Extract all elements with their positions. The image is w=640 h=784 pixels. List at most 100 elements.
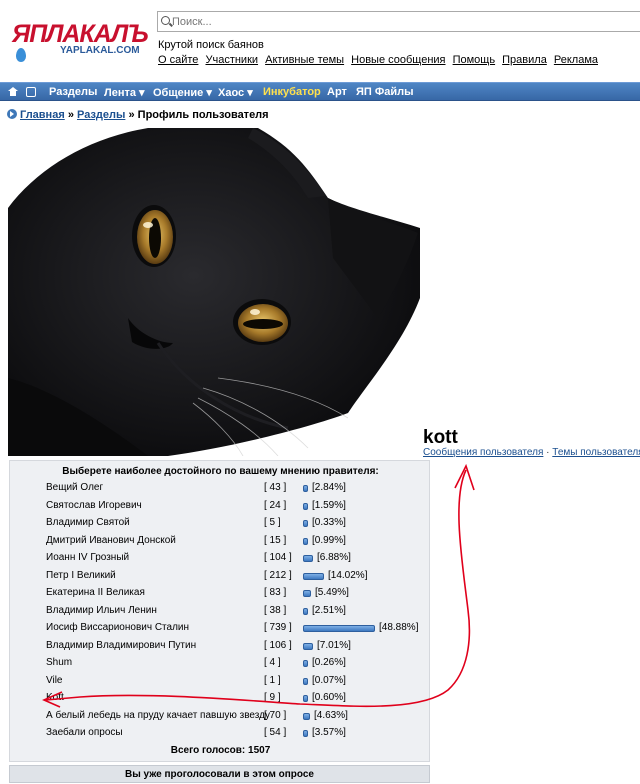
poll-option-bar (303, 555, 313, 562)
poll-option-count: [ 739 ] (264, 622, 292, 633)
poll-option-percent: [0.99%] (312, 534, 346, 546)
user-posts-link[interactable]: Сообщения пользователя (423, 447, 543, 458)
breadcrumb-sep: » (128, 109, 135, 121)
link-about[interactable]: О сайте (158, 54, 198, 66)
link-active-topics[interactable]: Активные темы (265, 54, 344, 66)
drop-icon (16, 48, 26, 62)
poll-option-percent: [2.51%] (312, 604, 346, 616)
nav-talk[interactable]: Общение ▾ (153, 86, 212, 99)
poll-option-percent: [1.59%] (312, 499, 346, 511)
poll-option-name: Дмитрий Иванович Донской (46, 534, 176, 546)
link-help[interactable]: Помощь (453, 54, 496, 66)
breadcrumb-sep: » (67, 109, 74, 121)
user-links-sep: · (546, 447, 550, 458)
poll-option-name: Вещий Олег (46, 482, 104, 493)
poll-option-bar (303, 677, 308, 685)
poll-option-count: [ 38 ] (264, 604, 287, 616)
link-rules[interactable]: Правила (502, 54, 547, 66)
poll-option-count: [ 212 ] (264, 569, 292, 581)
poll-option-bar (303, 590, 311, 597)
poll-option-name: Заебали опросы (46, 727, 123, 738)
poll-option-count: [ 15 ] (264, 534, 287, 546)
link-members[interactable]: Участники (205, 54, 258, 66)
poll-option-name: Екатерина II Великая (46, 587, 145, 598)
link-new-posts[interactable]: Новые сообщения (351, 54, 445, 66)
poll-option-bar (303, 660, 308, 667)
poll-title: Выберете наиболее достойного по вашему м… (62, 466, 379, 477)
poll-option-count: [ 9 ] (264, 692, 281, 703)
black-cat-image (8, 128, 420, 456)
poll-total: Всего голосов: 1507 (170, 745, 271, 756)
poll-option-name: Vile (46, 674, 63, 686)
poll-option-count: [ 4 ] (264, 657, 281, 668)
nav-sections[interactable]: Разделы (49, 86, 97, 98)
poll-option-percent: [5.49%] (315, 587, 349, 598)
search-icon (161, 16, 170, 25)
poll-option-percent: [14.02%] (328, 569, 368, 581)
poll-option-percent: [48.88%] (379, 622, 419, 633)
poll-option-name: Святослав Игоревич (46, 499, 142, 511)
user-topics-link[interactable]: Темы пользователя (552, 447, 640, 458)
poll-option-bar (303, 502, 308, 510)
poll-row: А белый лебедь на пруду качает павшую зв… (10, 708, 431, 725)
nav-art[interactable]: Арт (327, 86, 347, 98)
link-ads[interactable]: Реклама (554, 54, 598, 66)
thumbs-up-icon[interactable] (26, 87, 36, 97)
poll-option-count: [ 104 ] (264, 552, 292, 563)
breadcrumb-sections[interactable]: Разделы (77, 109, 125, 121)
poll-row: Петр I Великий [ 212 ] [14.02%] (10, 568, 431, 585)
tagline: Крутой поиск баянов (158, 39, 264, 51)
poll-row: Владимир Ильич Ленин [ 38 ] [2.51%] (10, 603, 431, 620)
poll-option-count: [ 83 ] (264, 587, 287, 598)
top-links: О сайте Участники Активные темы Новые со… (158, 54, 602, 66)
poll-option-percent: [0.33%] (312, 517, 346, 528)
home-icon[interactable] (8, 87, 18, 96)
annotation-arrowhead-top (454, 463, 475, 491)
poll-row: Заебали опросы [ 54 ] [3.57%] (10, 725, 431, 742)
breadcrumb-current: Профиль пользователя (137, 109, 269, 121)
poll-row: Екатерина II Великая [ 83 ] [5.49%] (10, 585, 431, 602)
poll-option-bar (303, 695, 308, 702)
poll-option-bar (303, 712, 310, 720)
poll-option-percent: [6.88%] (317, 552, 351, 563)
poll-option-name: Иоанн IV Грозный (46, 552, 130, 563)
poll-voted-message: Вы уже проголосовали в этом опросе (9, 765, 430, 783)
poll-option-bar (303, 520, 308, 527)
poll-row: Иосиф Виссарионович Сталин [ 739 ] [48.88%… (10, 620, 431, 637)
poll-box: Выберете наиболее достойного по вашему м… (9, 460, 430, 762)
breadcrumb: Главная » Разделы » Профиль пользователя (7, 109, 269, 121)
poll-option-count: [ 24 ] (264, 499, 287, 511)
site-header: ЯПЛАКАЛЪ YAPLAKAL.COM Крутой поиск баяно… (0, 0, 640, 82)
nav-incubator[interactable]: Инкубатор (263, 86, 321, 98)
poll-option-bar (303, 625, 375, 632)
main-nav: Разделы Лента ▾ Общение ▾ Хаос ▾ Инкубат… (0, 82, 640, 101)
poll-option-name: Владимир Ильич Ленин (46, 604, 157, 616)
breadcrumb-home[interactable]: Главная (20, 109, 65, 121)
poll-row: Владимир Владимирович Путин [ 106 ] [7.01%… (10, 638, 431, 655)
poll-option-percent: [2.84%] (312, 482, 346, 493)
poll-option-count: [ 106 ] (264, 639, 292, 651)
poll-option-name: Владимир Святой (46, 517, 130, 528)
poll-option-count: [ 43 ] (264, 482, 287, 493)
poll-option-bar (303, 730, 308, 737)
poll-option-count: [ 54 ] (264, 727, 287, 738)
site-logo[interactable]: ЯПЛАКАЛЪ YAPLAKAL.COM (8, 18, 149, 62)
poll-option-bar (303, 537, 308, 545)
poll-option-bar (303, 642, 313, 650)
poll-option-percent: [0.07%] (312, 674, 346, 686)
poll-row: Vile [ 1 ] [0.07%] (10, 673, 431, 690)
search-box (157, 11, 640, 32)
poll-option-name: Kott (46, 692, 64, 703)
poll-option-percent: [0.26%] (312, 657, 346, 668)
search-input[interactable] (172, 13, 632, 30)
nav-files[interactable]: ЯП Файлы (356, 86, 414, 98)
logo-subtext: YAPLAKAL.COM (60, 45, 140, 56)
poll-row: Shum [ 4 ] [0.26%] (10, 655, 431, 672)
arrow-circle-icon (7, 109, 17, 119)
poll-option-name: Иосиф Виссарионович Сталин (46, 622, 190, 633)
poll-option-name: А белый лебедь на пруду качает павшую зв… (46, 709, 270, 721)
poll-option-percent: [0.60%] (312, 692, 346, 703)
nav-chaos[interactable]: Хаос ▾ (218, 86, 253, 99)
poll-row: Святослав Игоревич [ 24 ] [1.59%] (10, 498, 431, 515)
nav-feed[interactable]: Лента ▾ (104, 86, 145, 99)
